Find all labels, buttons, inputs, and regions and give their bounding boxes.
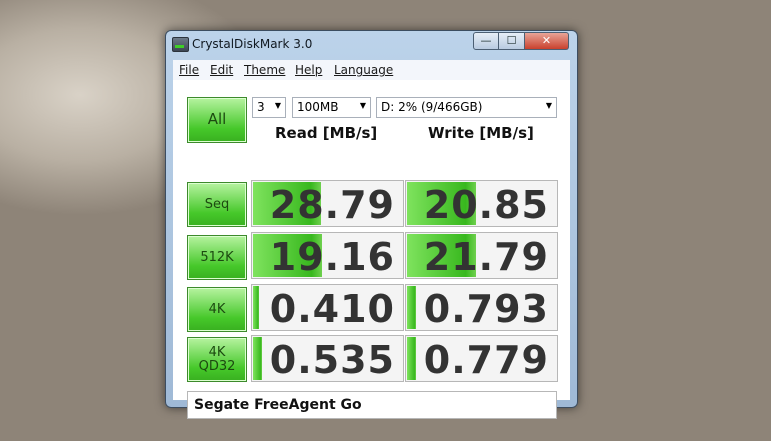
512k-button[interactable]: 512K xyxy=(187,235,247,280)
menu-edit[interactable]: Edit xyxy=(210,63,233,77)
seq-read-value: 28.79 xyxy=(269,183,395,227)
all-button[interactable]: All xyxy=(187,97,247,143)
chevron-down-icon: ▼ xyxy=(359,101,366,110)
comment-field[interactable]: Segate FreeAgent Go xyxy=(187,391,557,419)
minimize-button[interactable]: — xyxy=(473,32,499,50)
4k-qd32-read-value: 0.535 xyxy=(269,338,395,382)
app-disk-icon xyxy=(172,37,189,52)
read-column-header: Read [MB/s] xyxy=(275,124,378,142)
row-label-secondary: QD32 xyxy=(198,358,236,374)
4k-qd32-button[interactable]: 4K QD32 xyxy=(187,337,247,382)
4k-read-result: 0.410 xyxy=(251,284,404,331)
menu-bar: File Edit Theme Help Language xyxy=(173,60,570,81)
menu-theme[interactable]: Theme xyxy=(244,63,285,77)
write-column-header: Write [MB/s] xyxy=(428,124,534,142)
512k-read-result: 19.16 xyxy=(251,232,404,279)
row-label: 4K xyxy=(208,301,226,317)
4k-button[interactable]: 4K xyxy=(187,287,247,332)
4k-qd32-read-result: 0.535 xyxy=(251,335,404,382)
close-button[interactable]: ✕ xyxy=(525,32,569,50)
test-size-value: 100MB xyxy=(297,100,339,114)
512k-write-value: 21.79 xyxy=(423,235,549,279)
benchmark-panel: All 3 ▼ 100MB ▼ D: 2% (9/466GB) ▼ Read [… xyxy=(173,80,570,419)
4k-write-value: 0.793 xyxy=(423,287,549,331)
menu-language[interactable]: Language xyxy=(334,63,393,77)
title-bar[interactable]: CrystalDiskMark 3.0 — ☐ ✕ xyxy=(166,31,577,59)
test-count-select[interactable]: 3 ▼ xyxy=(252,97,286,118)
menu-help[interactable]: Help xyxy=(295,63,322,77)
4k-write-result: 0.793 xyxy=(405,284,558,331)
test-size-select[interactable]: 100MB ▼ xyxy=(292,97,371,118)
4k-qd32-write-result: 0.779 xyxy=(405,335,558,382)
4k-read-value: 0.410 xyxy=(269,287,395,331)
512k-read-value: 19.16 xyxy=(269,235,395,279)
menu-file[interactable]: File xyxy=(179,63,199,77)
4k-qd32-write-bar xyxy=(407,337,417,380)
chevron-down-icon: ▼ xyxy=(274,101,281,110)
window-title: CrystalDiskMark 3.0 xyxy=(192,37,313,51)
row-label: Seq xyxy=(204,196,230,212)
4k-read-bar xyxy=(253,286,260,329)
row-label: 4K xyxy=(208,344,226,360)
row-label: 512K xyxy=(200,249,234,265)
4k-qd32-write-value: 0.779 xyxy=(423,338,549,382)
seq-read-result: 28.79 xyxy=(251,180,404,227)
crystaldiskmark-window: CrystalDiskMark 3.0 — ☐ ✕ File Edit Them… xyxy=(165,30,578,419)
drive-value: D: 2% (9/466GB) xyxy=(381,100,483,114)
seq-write-result: 20.85 xyxy=(405,180,558,227)
seq-write-value: 20.85 xyxy=(423,183,549,227)
4k-qd32-read-bar xyxy=(253,337,263,380)
4k-write-bar xyxy=(407,286,417,329)
chevron-down-icon: ▼ xyxy=(545,101,552,110)
512k-write-result: 21.79 xyxy=(405,232,558,279)
seq-button[interactable]: Seq xyxy=(187,182,247,227)
maximize-button[interactable]: ☐ xyxy=(499,32,525,50)
test-count-value: 3 xyxy=(257,100,265,114)
drive-select[interactable]: D: 2% (9/466GB) ▼ xyxy=(376,97,557,118)
